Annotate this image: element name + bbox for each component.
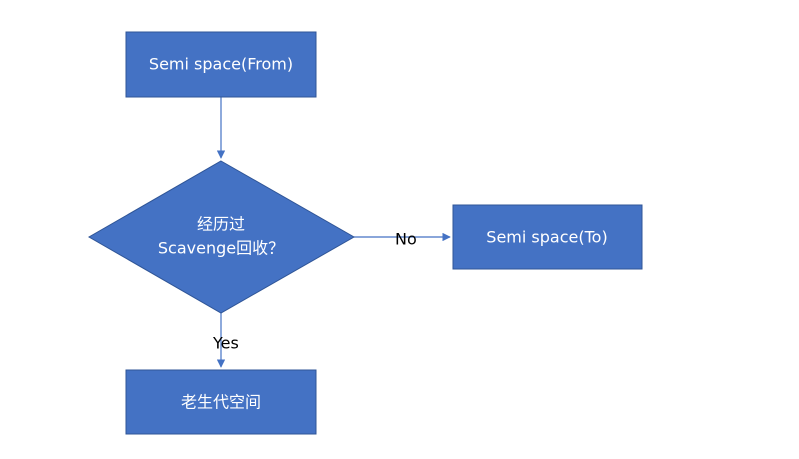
node-old-generation: 老生代空间 <box>125 369 317 435</box>
edge-label-no: No <box>395 230 417 249</box>
node-decision: 经历过 Scavenge回收？ <box>87 160 356 314</box>
node-semi-space-to-label: Semi space(To) <box>486 228 607 247</box>
node-semi-space-to: Semi space(To) <box>452 204 643 270</box>
node-semi-space-from-label: Semi space(From) <box>149 55 293 74</box>
edge-label-yes: Yes <box>212 334 239 353</box>
node-decision-line2: Scavenge回收？ <box>158 239 284 258</box>
node-semi-space-from: Semi space(From) <box>125 31 317 98</box>
flowchart: Semi space(From) 经历过 Scavenge回收？ Semi sp… <box>87 31 643 435</box>
node-decision-line1: 经历过 <box>197 215 245 234</box>
node-old-generation-label: 老生代空间 <box>181 393 261 412</box>
